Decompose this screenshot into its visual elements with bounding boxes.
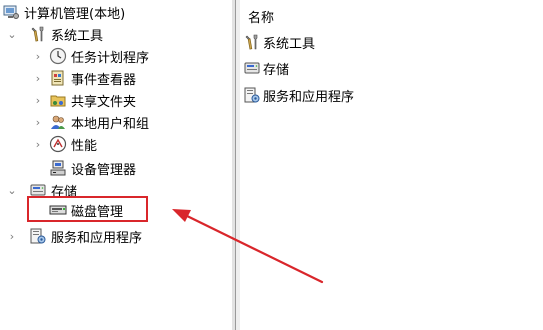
list-item-label: 系统工具 [263,36,316,52]
navigation-tree: 计算机管理(本地) ⌄ 系统工具 › 任务计划程序 › 事件查看器 › 共享文件… [0,0,232,330]
chevron-right-icon[interactable]: › [33,133,43,155]
tools-icon [243,33,261,51]
chevron-right-icon[interactable]: › [33,45,43,67]
tools-icon [29,25,47,43]
event-viewer-icon [49,69,67,87]
tree-services-label: 服务和应用程序 [51,230,143,246]
highlight-box [27,196,148,222]
tree-item-performance[interactable]: 性能 [49,133,97,155]
storage-icon [243,59,261,77]
list-item-label: 服务和应用程序 [263,89,355,105]
list-item[interactable]: 存储 [243,57,289,79]
list-item[interactable]: 服务和应用程序 [243,84,354,106]
tree-root-label: 计算机管理(本地) [24,6,126,22]
tree-shared-folders-label: 共享文件夹 [71,94,137,110]
tree-local-users-label: 本地用户和组 [71,116,150,132]
services-icon [243,86,261,104]
clock-icon [49,47,67,65]
tree-performance-label: 性能 [71,138,98,154]
tree-item-event-viewer[interactable]: 事件查看器 [49,67,136,89]
list-item-label: 存储 [263,62,290,78]
chevron-right-icon[interactable]: › [7,225,17,247]
device-manager-icon [49,159,67,177]
tree-system-tools-label: 系统工具 [51,28,104,44]
tree-item-services[interactable]: 服务和应用程序 [29,225,142,247]
performance-icon [49,135,67,153]
tree-item-shared-folders[interactable]: 共享文件夹 [49,89,136,111]
tree-device-manager-label: 设备管理器 [71,162,137,178]
tree-item-local-users[interactable]: 本地用户和组 [49,111,149,133]
chevron-right-icon[interactable]: › [33,111,43,133]
tree-task-scheduler-label: 任务计划程序 [71,50,150,66]
tree-item-system-tools[interactable]: 系统工具 [29,23,103,45]
users-icon [49,113,67,131]
details-list: 名称 系统工具 存储 服务和应用程序 [240,0,543,330]
chevron-down-icon[interactable]: ⌄ [7,179,17,201]
chevron-right-icon[interactable]: › [33,67,43,89]
chevron-right-icon[interactable]: › [33,89,43,111]
tree-event-viewer-label: 事件查看器 [71,72,137,88]
computer-management-icon [2,3,20,21]
services-icon [29,227,47,245]
shared-folder-icon [49,91,67,109]
tree-item-task-scheduler[interactable]: 任务计划程序 [49,45,149,67]
computer-management-window: 计算机管理(本地) ⌄ 系统工具 › 任务计划程序 › 事件查看器 › 共享文件… [0,0,543,330]
tree-item-root[interactable]: 计算机管理(本地) [2,1,125,23]
column-header-label: 名称 [248,10,275,26]
list-item[interactable]: 系统工具 [243,31,315,53]
column-header-name[interactable]: 名称 [248,5,274,27]
chevron-down-icon[interactable]: ⌄ [7,23,17,45]
tree-item-device-manager[interactable]: 设备管理器 [49,157,136,179]
